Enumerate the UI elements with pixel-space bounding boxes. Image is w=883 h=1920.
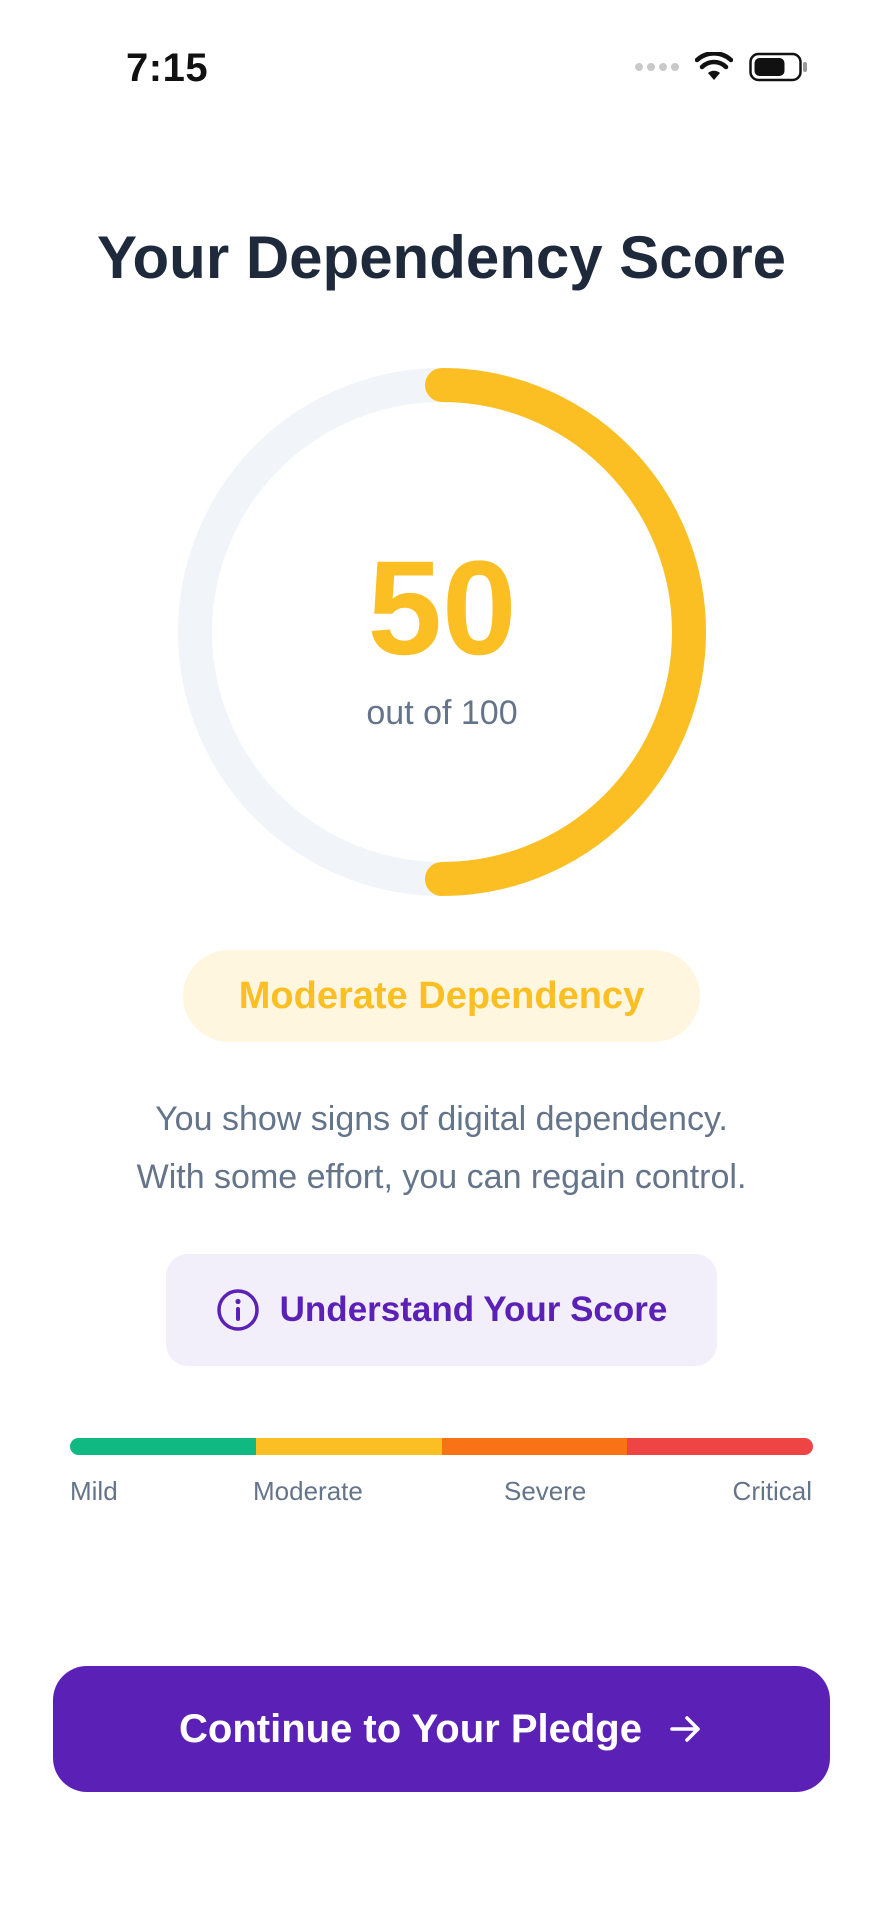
battery-icon <box>749 52 807 82</box>
severity-scale-bar <box>70 1438 813 1455</box>
description-line-1: You show signs of digital dependency. <box>155 1100 728 1138</box>
scale-segment-severe <box>441 1438 628 1455</box>
description-line-2: With some effort, you can regain control… <box>136 1158 747 1196</box>
score-subtitle: out of 100 <box>366 694 518 732</box>
severity-scale-labels: Mild Moderate Severe Critical <box>0 1476 883 1516</box>
cellular-signal-icon <box>635 63 679 71</box>
info-icon <box>216 1289 259 1331</box>
scale-label-mild: Mild <box>70 1476 118 1506</box>
arrow-right-icon <box>670 1716 700 1742</box>
scale-label-moderate: Moderate <box>253 1476 363 1506</box>
scale-segment-moderate <box>255 1438 442 1455</box>
score-value: 50 <box>367 534 517 683</box>
score-description: You show signs of digital dependency. Wi… <box>60 1090 823 1206</box>
status-icons <box>635 52 809 82</box>
scale-segment-mild <box>70 1438 256 1455</box>
scale-label-severe: Severe <box>504 1476 587 1506</box>
dependency-level-badge: Moderate Dependency <box>183 950 700 1042</box>
scale-label-critical: Critical <box>732 1476 812 1506</box>
understand-score-button[interactable]: Understand Your Score <box>166 1254 717 1366</box>
understand-score-label: Understand Your Score <box>279 1290 668 1329</box>
status-bar: 7:15 <box>0 0 883 140</box>
page-title: Your Dependency Score <box>96 224 787 291</box>
continue-to-pledge-button[interactable]: Continue to Your Pledge <box>53 1666 830 1792</box>
continue-button-label: Continue to Your Pledge <box>179 1706 642 1751</box>
scale-segment-critical <box>627 1438 813 1455</box>
status-time: 7:15 <box>126 46 209 90</box>
wifi-icon <box>695 52 733 80</box>
